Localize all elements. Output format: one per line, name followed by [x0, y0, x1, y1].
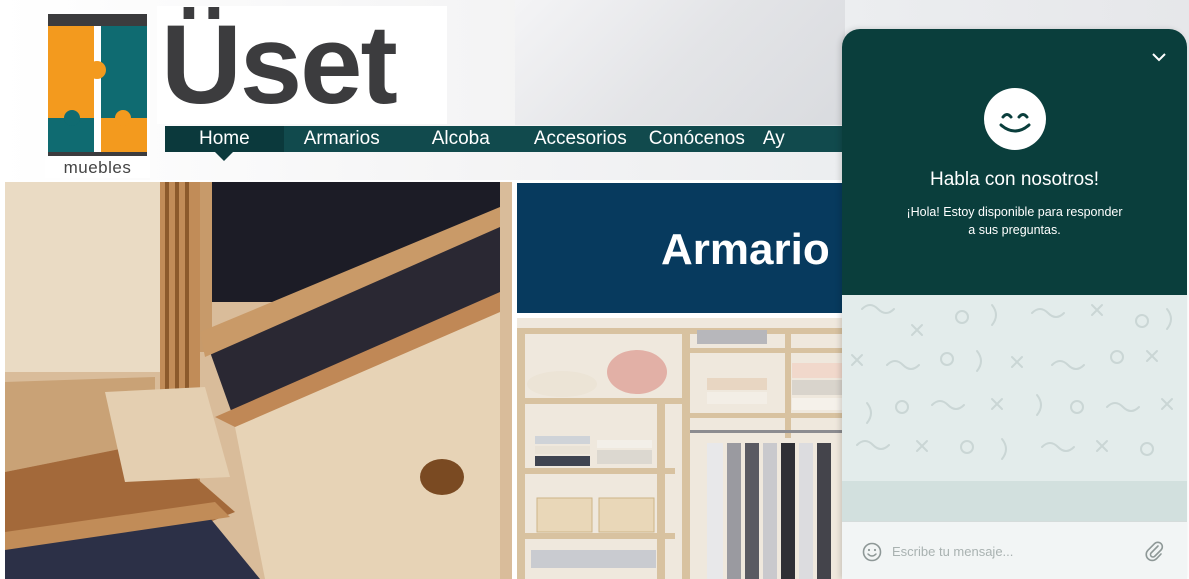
chat-title: Habla con nosotros!	[930, 169, 1099, 190]
nav-item-armarios[interactable]: Armarios	[284, 126, 388, 152]
logo-tagline: muebles	[63, 158, 132, 177]
emoji-icon[interactable]	[862, 542, 882, 562]
nav-item-accesorios[interactable]: Accesorios	[498, 126, 635, 152]
paperclip-icon[interactable]	[1143, 540, 1165, 562]
nav-item-conocenos[interactable]: Conócenos	[635, 126, 753, 152]
smiley-icon	[984, 88, 1046, 150]
hero-image-plywood-drawers	[5, 182, 512, 579]
header-photo	[515, 0, 845, 125]
logo-puzzle-icon	[48, 14, 147, 156]
chat-divider-strip	[842, 481, 1187, 521]
nav-item-home[interactable]: Home	[165, 126, 284, 161]
logo[interactable]: muebles	[45, 10, 150, 178]
chat-background-pattern	[851, 304, 1173, 460]
main-nav: Home Armarios Alcoba Accesorios Conóceno…	[165, 126, 845, 161]
chevron-down-icon[interactable]	[1149, 47, 1169, 67]
armarios-banner[interactable]: Armario	[517, 183, 847, 313]
closet-image	[517, 318, 847, 579]
chat-widget: Habla con nosotros! ¡Hola! Estoy disponi…	[842, 29, 1187, 579]
nav-item-ayuda[interactable]: Ay	[753, 126, 793, 152]
chat-input-bar	[842, 521, 1187, 579]
nav-item-alcoba[interactable]: Alcoba	[388, 126, 498, 152]
banner-title: Armario	[661, 225, 830, 274]
brand-wordmark[interactable]: Üset	[157, 6, 447, 124]
chat-message-input[interactable]	[892, 538, 1122, 564]
chat-header: Habla con nosotros! ¡Hola! Estoy disponi…	[842, 29, 1187, 295]
chat-subtitle: ¡Hola! Estoy disponible para responder a…	[906, 205, 1123, 237]
chat-message-area	[842, 295, 1187, 481]
